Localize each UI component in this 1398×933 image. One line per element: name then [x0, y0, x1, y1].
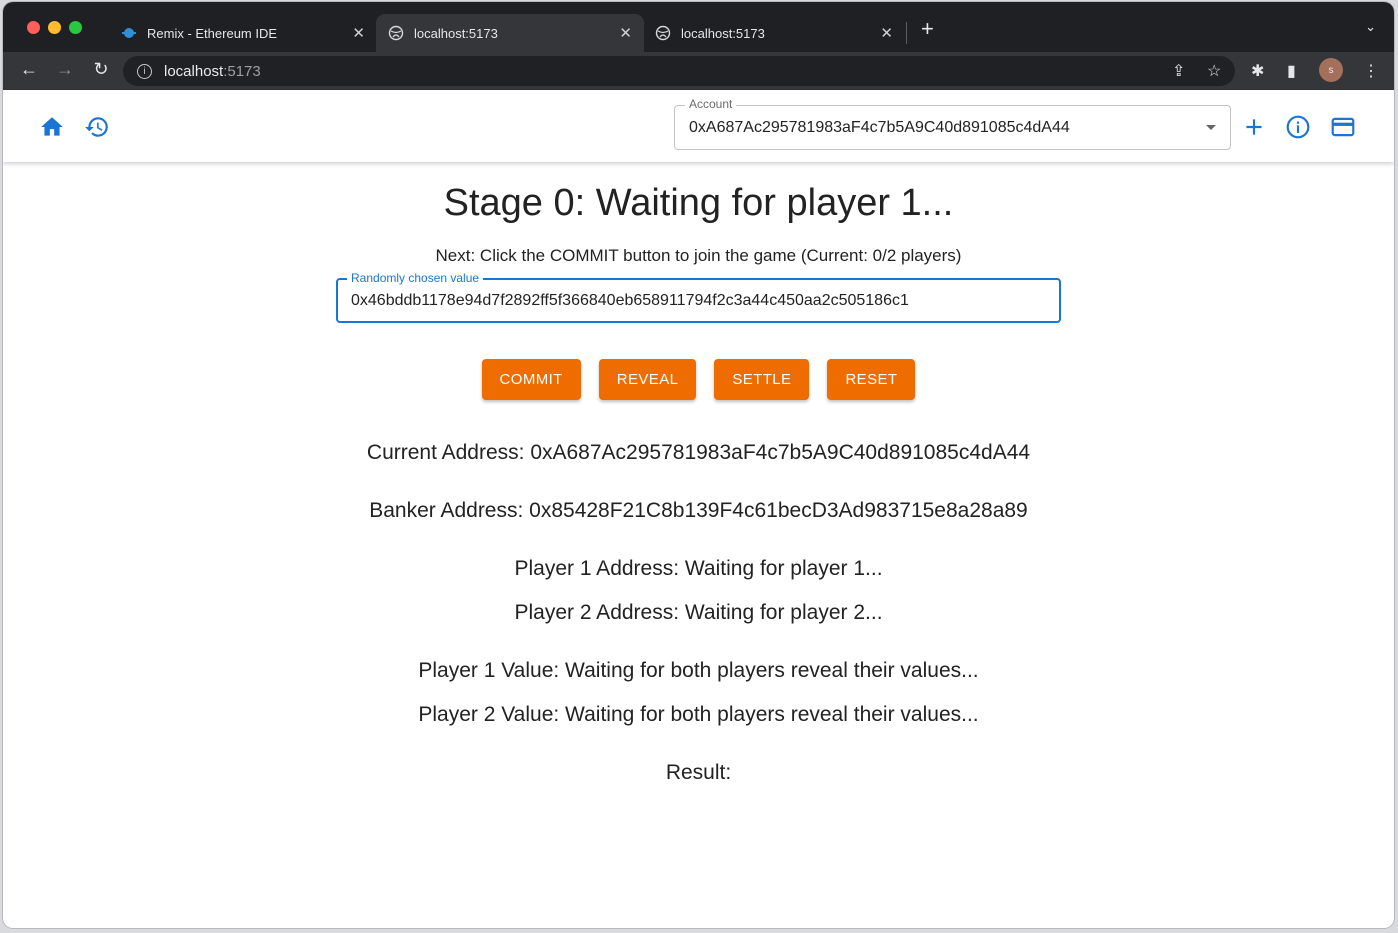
player2-value: Player 2 Value: Waiting for both players… — [418, 703, 979, 726]
remix-icon — [121, 25, 137, 41]
globe-icon — [388, 25, 404, 41]
share-icon[interactable]: ⇪ — [1172, 61, 1185, 81]
dropdown-arrow-icon — [1206, 125, 1216, 130]
profile-avatar[interactable]: s — [1319, 58, 1343, 82]
home-icon[interactable] — [39, 114, 65, 140]
next-instruction: Next: Click the COMMIT button to join th… — [435, 246, 962, 265]
address-bar[interactable]: i localhost:5173 — [123, 56, 1235, 86]
tab-bar: Remix - Ethereum IDE ✕ localhost:5173 ✕ … — [3, 2, 1394, 52]
tab-divider — [906, 22, 907, 44]
extensions-icon[interactable]: ✱ — [1251, 61, 1264, 81]
reload-icon[interactable]: ↻ — [89, 59, 113, 80]
main-content: Stage 0: Waiting for player 1... Next: C… — [3, 162, 1394, 928]
player2-address: Player 2 Address: Waiting for player 2..… — [514, 601, 883, 624]
result: Result: — [665, 761, 732, 784]
tab-title: Remix - Ethereum IDE — [147, 25, 278, 41]
history-icon[interactable] — [84, 114, 110, 140]
account-select[interactable]: Account 0xA687Ac295781983aF4c7b5A9C40d89… — [674, 97, 1231, 150]
minimize-window-button[interactable] — [48, 21, 61, 34]
tab-localhost-active[interactable]: localhost:5173 ✕ — [376, 14, 644, 52]
tab-localhost[interactable]: localhost:5173 ✕ — [643, 14, 905, 52]
tab-remix[interactable]: Remix - Ethereum IDE ✕ — [109, 14, 377, 52]
current-address: Current Address: 0xA687Ac295781983aF4c7b… — [366, 441, 1031, 464]
banker-address: Banker Address: 0x85428F21C8b139F4c61bec… — [369, 499, 1028, 522]
account-label: Account — [685, 97, 737, 111]
action-buttons: COMMIT REVEAL SETTLE RESET — [3, 359, 1394, 400]
side-panel-icon[interactable]: ▮ — [1287, 61, 1296, 81]
browser-window: Remix - Ethereum IDE ✕ localhost:5173 ✕ … — [3, 2, 1394, 928]
tab-title: localhost:5173 — [414, 25, 498, 41]
new-tab-icon[interactable]: + — [921, 16, 934, 42]
info-icon[interactable] — [1285, 114, 1311, 140]
random-value-input[interactable]: 0x46bddb1178e94d7f2892ff5f366840eb658911… — [351, 292, 909, 310]
account-value: 0xA687Ac295781983aF4c7b5A9C40d891085c4dA… — [689, 119, 1070, 136]
player1-address: Player 1 Address: Waiting for player 1..… — [514, 557, 883, 580]
url-port: :5173 — [223, 62, 261, 80]
close-window-button[interactable] — [27, 21, 40, 34]
close-tab-icon[interactable]: ✕ — [619, 24, 632, 42]
site-info-icon[interactable]: i — [137, 63, 152, 79]
chevron-down-icon[interactable]: ⌄ — [1365, 19, 1376, 35]
close-tab-icon[interactable]: ✕ — [880, 24, 893, 42]
forward-icon[interactable]: → — [53, 59, 77, 80]
reset-button[interactable]: RESET — [827, 359, 916, 400]
commit-button[interactable]: COMMIT — [481, 359, 581, 400]
window-controls — [27, 21, 82, 34]
bookmark-star-icon[interactable]: ☆ — [1207, 61, 1221, 81]
maximize-window-button[interactable] — [69, 21, 82, 34]
browser-menu-icon[interactable]: ⋮ — [1363, 61, 1379, 81]
add-icon[interactable] — [1241, 114, 1267, 140]
random-value-label: Randomly chosen value — [347, 271, 484, 285]
url-host: localhost — [164, 62, 224, 80]
tab-title: localhost:5173 — [681, 25, 765, 41]
globe-icon — [655, 25, 671, 41]
settle-button[interactable]: SETTLE — [714, 359, 810, 400]
close-tab-icon[interactable]: ✕ — [352, 24, 365, 42]
credit-card-icon[interactable] — [1330, 114, 1356, 140]
back-icon[interactable]: ← — [17, 59, 41, 80]
app-bar: Account 0xA687Ac295781983aF4c7b5A9C40d89… — [3, 90, 1394, 162]
reveal-button[interactable]: REVEAL — [598, 359, 697, 400]
browser-toolbar: ← → ↻ i localhost:5173 ⇪ ☆ ✱ ▮ s ⋮ — [3, 52, 1394, 90]
random-value-field[interactable]: Randomly chosen value 0x46bddb1178e94d7f… — [336, 271, 1061, 323]
stage-title: Stage 0: Waiting for player 1... — [443, 182, 954, 224]
player1-value: Player 1 Value: Waiting for both players… — [418, 659, 979, 682]
